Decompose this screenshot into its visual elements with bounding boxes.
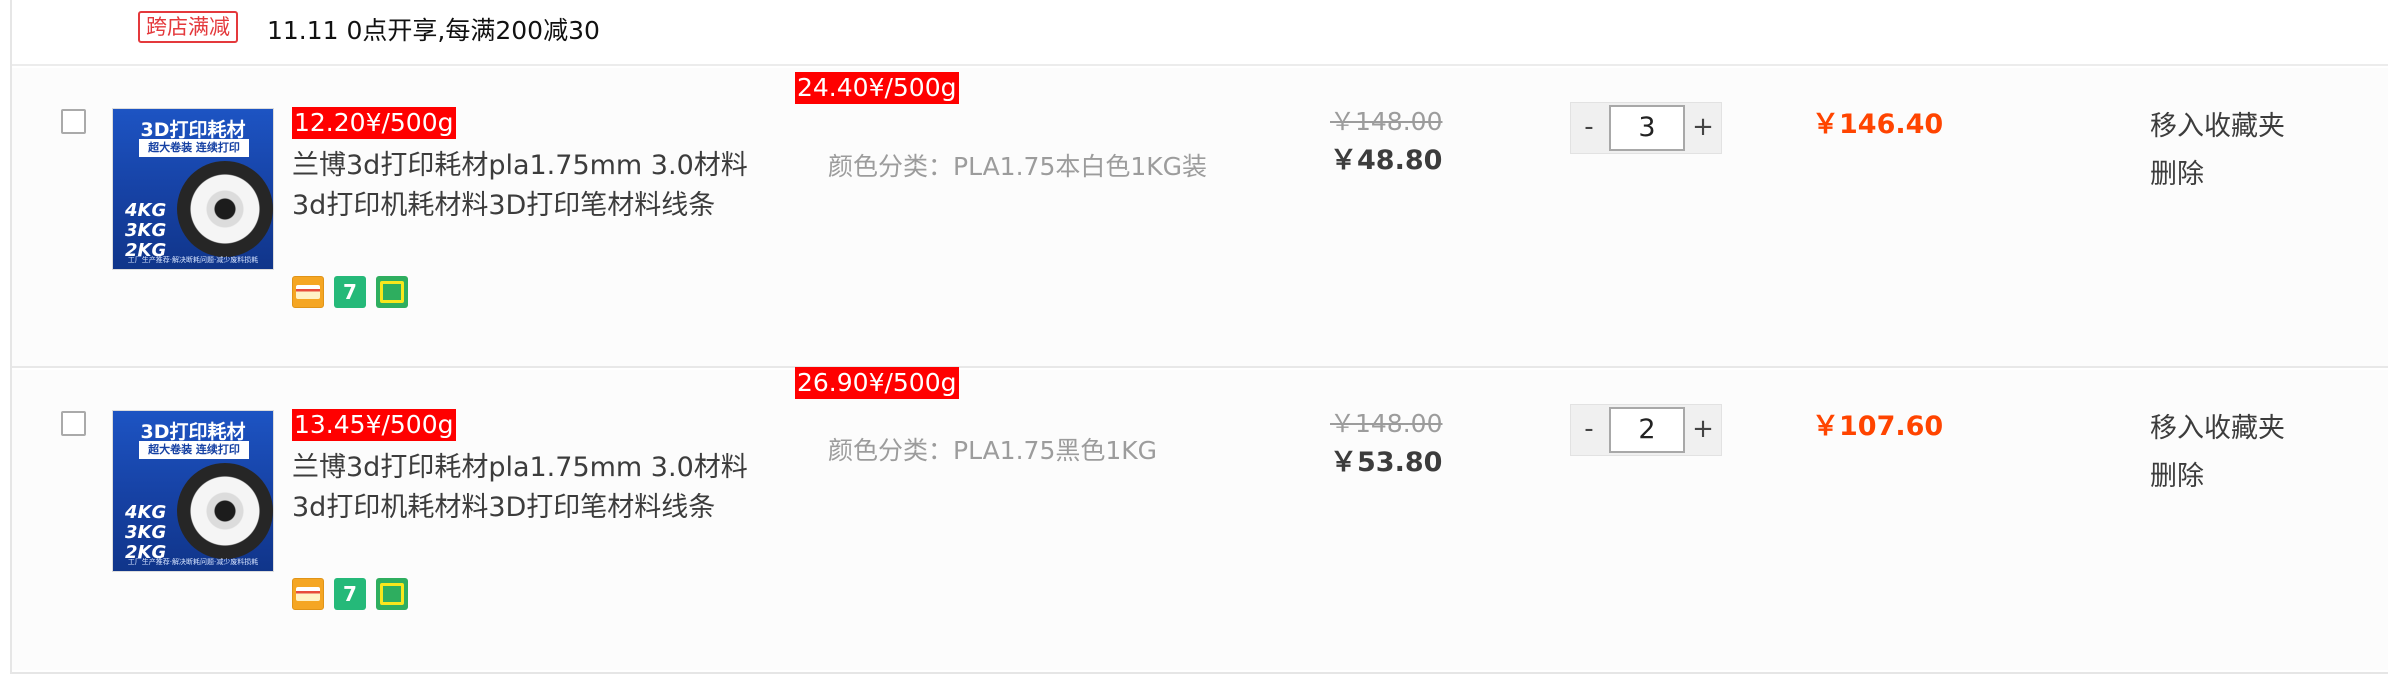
unit-price-tag-secondary: 24.40¥/500g: [795, 72, 959, 104]
thumbnail-footer: 工厂生产推荐·解决断耗问题·减少废料损耗: [127, 558, 259, 566]
move-to-favorites-link[interactable]: 移入收藏夹: [2150, 104, 2285, 143]
gift-icon[interactable]: [376, 276, 408, 308]
delete-link[interactable]: 删除: [2150, 152, 2204, 191]
cross-store-discount-tag[interactable]: 跨店满减: [138, 11, 238, 43]
card-payment-icon[interactable]: [292, 276, 324, 308]
thumbnail-title: 3D打印耗材: [140, 421, 246, 443]
filament-spool-image: [177, 463, 273, 559]
current-price: ￥53.80: [1330, 447, 1443, 478]
promo-description: 11.11 0点开享,每满200减30: [267, 16, 600, 45]
product-thumbnail[interactable]: 3D打印耗材 超大卷装 连续打印 4KG 3KG 2KG 工厂生产推荐·解决断耗…: [112, 108, 274, 270]
cross-store-promo-bar: 跨店满减 11.11 0点开享,每满200减30: [12, 0, 2388, 66]
delete-link[interactable]: 删除: [2150, 454, 2204, 493]
quantity-increase-button[interactable]: +: [1685, 405, 1721, 455]
quantity-input[interactable]: 3: [1609, 105, 1685, 151]
thumbnail-subtitle: 超大卷装 连续打印: [139, 441, 249, 459]
product-thumbnail[interactable]: 3D打印耗材 超大卷装 连续打印 4KG 3KG 2KG 工厂生产推荐·解决断耗…: [112, 410, 274, 572]
cart-stage: 跨店满减 11.11 0点开享,每满200减30 3D打印耗材 超大卷装 连续打…: [0, 0, 2388, 674]
filament-spool-image: [177, 161, 273, 257]
quantity-stepper: - 2 +: [1570, 404, 1722, 456]
item-subtotal: ￥146.40: [1812, 109, 1944, 140]
original-price: ￥148.00: [1330, 409, 1443, 438]
unit-price-tag: 12.20¥/500g: [292, 107, 456, 139]
unit-price-tag: 13.45¥/500g: [292, 409, 456, 441]
thumbnail-weights: 4KG 3KG 2KG: [125, 502, 167, 563]
sku-info[interactable]: 颜色分类：PLA1.75本白色1KG装: [828, 146, 1248, 188]
item-select-checkbox[interactable]: [61, 109, 86, 134]
product-title-link[interactable]: 兰博3d打印耗材pla1.75mm 3.0材料3d打印机耗材料3D打印笔材料线条: [292, 448, 762, 518]
quantity-decrease-button[interactable]: -: [1571, 103, 1607, 153]
cart-item: 3D打印耗材 超大卷装 连续打印 4KG 3KG 2KG 工厂生产推荐·解决断耗…: [12, 68, 2388, 368]
seven-day-return-icon[interactable]: 7: [334, 578, 366, 610]
cart-item: 3D打印耗材 超大卷装 连续打印 4KG 3KG 2KG 工厂生产推荐·解决断耗…: [12, 367, 2388, 670]
current-price: ￥48.80: [1330, 145, 1443, 176]
item-select-checkbox[interactable]: [61, 411, 86, 436]
thumbnail-footer: 工厂生产推荐·解决断耗问题·减少废料损耗: [127, 256, 259, 264]
gift-icon[interactable]: [376, 578, 408, 610]
move-to-favorites-link[interactable]: 移入收藏夹: [2150, 406, 2285, 445]
original-price: ￥148.00: [1330, 107, 1443, 136]
quantity-input[interactable]: 2: [1609, 407, 1685, 453]
quantity-increase-button[interactable]: +: [1685, 103, 1721, 153]
quantity-decrease-button[interactable]: -: [1571, 405, 1607, 455]
sku-info[interactable]: 颜色分类：PLA1.75黑色1KG: [828, 430, 1248, 472]
product-title-link[interactable]: 兰博3d打印耗材pla1.75mm 3.0材料3d打印机耗材料3D打印笔材料线条: [292, 146, 762, 216]
item-subtotal: ￥107.60: [1812, 411, 1944, 442]
quantity-stepper: - 3 +: [1570, 102, 1722, 154]
thumbnail-subtitle: 超大卷装 连续打印: [139, 139, 249, 157]
thumbnail-title: 3D打印耗材: [140, 119, 246, 141]
seven-day-return-icon[interactable]: 7: [334, 276, 366, 308]
thumbnail-weights: 4KG 3KG 2KG: [125, 200, 167, 261]
card-payment-icon[interactable]: [292, 578, 324, 610]
unit-price-tag-secondary: 26.90¥/500g: [795, 367, 959, 399]
